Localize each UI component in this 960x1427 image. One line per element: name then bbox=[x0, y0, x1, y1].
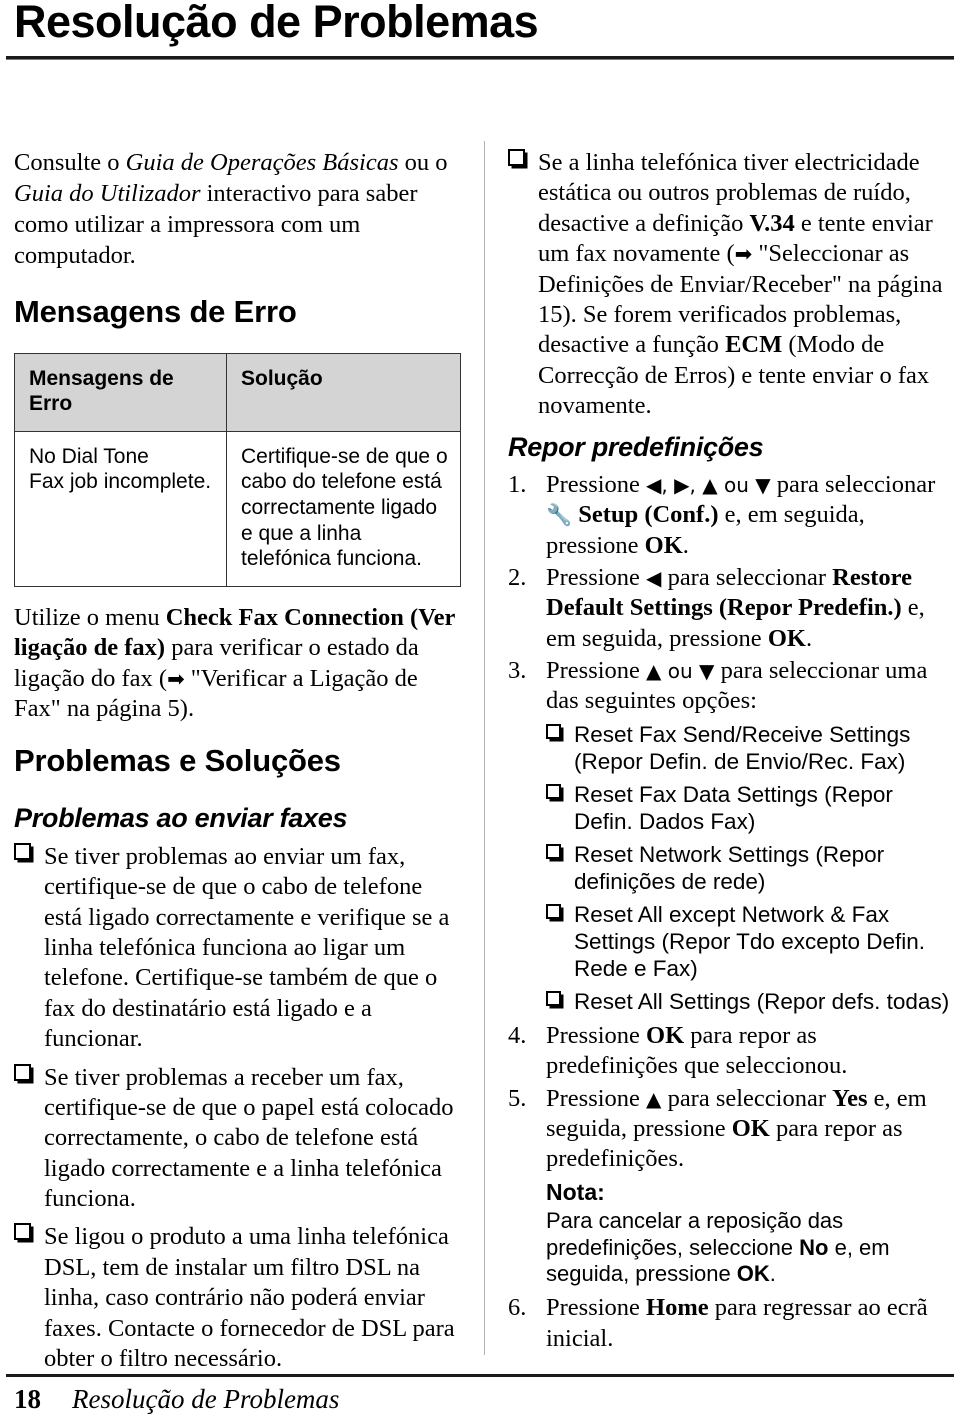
subheading-reset-defaults: Repor predefinições bbox=[508, 432, 764, 463]
s1-key-ok: OK bbox=[644, 531, 683, 559]
cfc-text-1: Utilize o menu bbox=[14, 603, 166, 631]
table-cell-solution: Certifique-se de que o cabo do telefone … bbox=[226, 430, 461, 587]
reset-defaults-steps: Pressione ◀, ▶, ▲ ou ▼ para seleccionar … bbox=[508, 470, 952, 1354]
reset-option-label: Reset All Settings (Repor defs. todas) bbox=[574, 988, 950, 1014]
list-item: Reset All Settings (Repor defs. todas) bbox=[546, 988, 952, 1015]
list-item: Reset Network Settings (Repor definições… bbox=[546, 841, 952, 895]
list-item-step-2: Pressione ◀ para seleccionar Restore Def… bbox=[508, 563, 952, 654]
s6-text-1: Pressione bbox=[546, 1294, 647, 1322]
right-arrow-icon: ➡ bbox=[734, 242, 753, 267]
table-header-messages: Mensagens de Erro bbox=[14, 352, 227, 432]
heading-problems-and-solutions: Problemas e Soluções bbox=[14, 743, 341, 779]
error-messages-table: Mensagens de Erro Solução No Dial Tone F… bbox=[14, 352, 461, 587]
list-item-step-4: Pressione OK para repor as predefinições… bbox=[508, 1021, 952, 1082]
footer-divider-rule bbox=[6, 1374, 954, 1377]
right-arrow-icon: ➡ bbox=[167, 666, 185, 691]
checkbox-bullet-icon bbox=[546, 990, 561, 1006]
table-header-row: Mensagens de Erro Solução bbox=[14, 352, 461, 432]
s1-menu-setup: Setup (Conf.) bbox=[572, 501, 719, 529]
list-item-text: Se ligou o produto a uma linha telefónic… bbox=[44, 1223, 455, 1372]
reset-options-wrapper: Reset Fax Send/Receive Settings (Repor D… bbox=[546, 721, 952, 1015]
note-key-ok: OK bbox=[736, 1261, 770, 1287]
sb-setting-v34: V.34 bbox=[749, 209, 795, 237]
reset-option-label: Reset All except Network & Fax Settings … bbox=[574, 901, 926, 981]
s4-text-1: Pressione bbox=[546, 1021, 647, 1049]
right-column: Se a linha telefónica tiver electricidad… bbox=[508, 148, 952, 1356]
footer-title: Resolução de Problemas bbox=[72, 1384, 340, 1414]
note-heading: Nota: bbox=[546, 1178, 605, 1205]
intro-prefix: Consulte o bbox=[14, 149, 126, 176]
intro-italic-basic-guide: Guia de Operações Básicas bbox=[125, 149, 399, 176]
note-text-3: . bbox=[769, 1261, 776, 1287]
list-item-text: Se tiver problemas ao enviar um fax, cer… bbox=[44, 842, 450, 1053]
s3-text-1: Pressione bbox=[546, 657, 647, 685]
list-item: Reset Fax Send/Receive Settings (Repor D… bbox=[546, 721, 952, 775]
note-body: Para cancelar a reposição das predefiniç… bbox=[546, 1208, 952, 1287]
intro-paragraph: Consulte o Guia de Operações Básicas ou … bbox=[14, 148, 466, 271]
up-down-arrow-keys-icon: ▲ ou ▼ bbox=[646, 659, 715, 684]
subheading-sending-fax-problems: Problemas ao enviar faxes bbox=[14, 802, 348, 833]
intro-mid: ou o bbox=[398, 149, 448, 176]
footer-page-number: 18 bbox=[14, 1384, 41, 1414]
sb-setting-ecm: ECM bbox=[725, 331, 783, 359]
checkbox-bullet-icon bbox=[546, 723, 561, 739]
s5-text-2: para seleccionar bbox=[661, 1084, 833, 1112]
table-row: No Dial Tone Fax job incomplete. Certifi… bbox=[14, 430, 461, 587]
checkbox-bullet-icon bbox=[546, 903, 561, 919]
arrow-keys-icon: ◀, ▶, ▲ ou ▼ bbox=[646, 472, 771, 497]
s1-text-4: . bbox=[682, 531, 689, 559]
reset-option-label: Reset Fax Send/Receive Settings (Repor D… bbox=[574, 721, 911, 774]
checkbox-bullet-icon bbox=[14, 842, 31, 860]
s5-key-ok: OK bbox=[731, 1114, 770, 1142]
list-item: Reset All except Network & Fax Settings … bbox=[546, 901, 952, 982]
s4-key-ok: OK bbox=[646, 1021, 685, 1049]
s6-key-home: Home bbox=[646, 1294, 709, 1322]
list-item: Se a linha telefónica tiver electricidad… bbox=[508, 148, 952, 421]
list-item-step-1: Pressione ◀, ▶, ▲ ou ▼ para seleccionar … bbox=[508, 470, 952, 561]
reset-option-label: Reset Network Settings (Repor definições… bbox=[574, 841, 885, 894]
page-title: Resolução de Problemas bbox=[14, 0, 539, 47]
list-item-text: Se a linha telefónica tiver electricidad… bbox=[538, 149, 943, 419]
column-divider bbox=[484, 141, 485, 1355]
s1-text-2: para seleccionar bbox=[770, 470, 936, 498]
s2-text-1: Pressione bbox=[546, 563, 647, 591]
s5-option-yes: Yes bbox=[832, 1084, 868, 1112]
list-item: Se tiver problemas ao enviar um fax, cer… bbox=[14, 842, 466, 1055]
heading-error-messages: Mensagens de Erro bbox=[14, 294, 297, 330]
checkbox-bullet-icon bbox=[508, 149, 525, 166]
reset-options-list: Reset Fax Send/Receive Settings (Repor D… bbox=[546, 721, 952, 1015]
left-column: Consulte o Guia de Operações Básicas ou … bbox=[14, 148, 466, 1382]
checkbox-bullet-icon bbox=[14, 1063, 31, 1081]
s2-key-ok: OK bbox=[767, 624, 806, 652]
s5-text-1: Pressione bbox=[546, 1084, 647, 1112]
list-item-step-6: Pressione Home para regressar ao ecrã in… bbox=[508, 1293, 952, 1354]
setup-wrench-icon: 🔧 bbox=[546, 503, 573, 528]
table-cell-message: No Dial Tone Fax job incomplete. bbox=[14, 430, 227, 587]
checkbox-bullet-icon bbox=[546, 843, 561, 859]
checkbox-bullet-icon bbox=[546, 783, 561, 799]
title-divider-rule bbox=[6, 56, 954, 60]
list-item-text: Se tiver problemas a receber um fax, cer… bbox=[44, 1063, 454, 1213]
s1-text-1: Pressione bbox=[546, 470, 647, 498]
list-item: Reset Fax Data Settings (Repor Defin. Da… bbox=[546, 781, 952, 835]
left-arrow-key-icon: ◀ bbox=[646, 565, 662, 590]
reset-option-label: Reset Fax Data Settings (Repor Defin. Da… bbox=[574, 781, 893, 834]
check-fax-connection-paragraph: Utilize o menu Check Fax Connection (Ver… bbox=[14, 603, 466, 725]
checkbox-bullet-icon bbox=[14, 1223, 31, 1241]
list-item-step-5: Pressione ▲ para seleccionar Yes e, em s… bbox=[508, 1084, 952, 1288]
intro-italic-user-guide: Guia do Utilizador bbox=[14, 179, 201, 207]
sending-fax-bullet-list: Se tiver problemas ao enviar um fax, cer… bbox=[14, 842, 466, 1374]
up-arrow-key-icon: ▲ bbox=[646, 1086, 662, 1111]
list-item: Se ligou o produto a uma linha telefónic… bbox=[14, 1222, 466, 1374]
list-item-step-3: Pressione ▲ ou ▼ para seleccionar uma da… bbox=[508, 656, 952, 1015]
note-option-no: No bbox=[799, 1234, 829, 1260]
table-header-solution: Solução bbox=[226, 352, 461, 432]
s2-text-2: para seleccionar bbox=[661, 563, 833, 591]
list-item: Se tiver problemas a receber um fax, cer… bbox=[14, 1063, 466, 1215]
s2-text-4: . bbox=[805, 624, 813, 652]
static-noise-bullet-list: Se a linha telefónica tiver electricidad… bbox=[508, 148, 952, 421]
